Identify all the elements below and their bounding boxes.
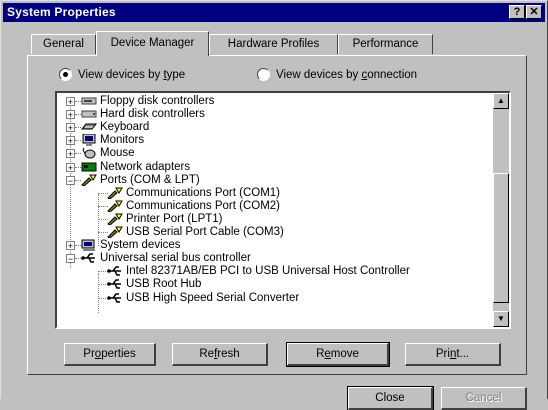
tab-hardware-profiles[interactable]: Hardware Profiles xyxy=(209,34,338,54)
system-properties-window: System Properties ? ✕ General Device Man… xyxy=(0,0,548,410)
title-bar[interactable]: System Properties ? ✕ xyxy=(3,3,545,22)
help-button[interactable]: ? xyxy=(509,5,525,19)
tab-device-manager[interactable]: Device Manager xyxy=(96,31,209,56)
tab-performance[interactable]: Performance xyxy=(338,34,433,54)
close-window-button[interactable]: ✕ xyxy=(526,5,542,19)
tab-general[interactable]: General xyxy=(31,34,96,54)
device-manager-panel xyxy=(27,55,527,375)
window-title: System Properties xyxy=(7,5,116,19)
